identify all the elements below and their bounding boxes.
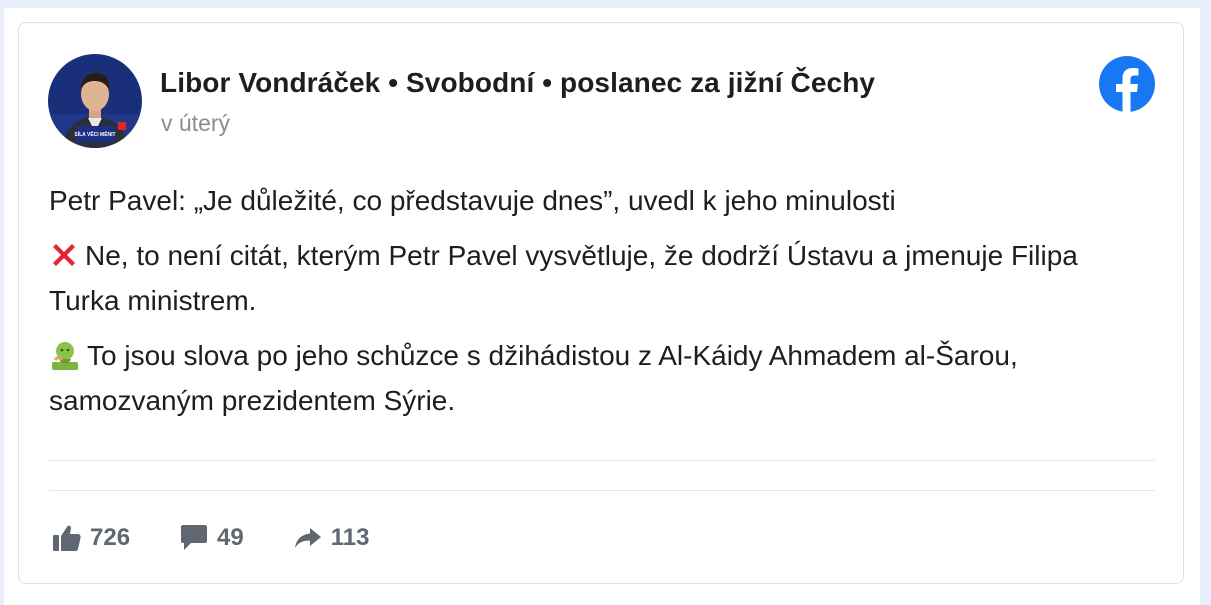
post-paragraph-3: To jsou slova po jeho schůzce s džihádis… bbox=[49, 336, 1149, 421]
share-stat[interactable]: 113 bbox=[293, 524, 370, 552]
comment-count: 49 bbox=[217, 524, 244, 551]
post-stats: 726 49 113 bbox=[52, 521, 418, 555]
post-card: SÍLA VĚCI MĚNIT Libor Vondráček • Svobod… bbox=[18, 22, 1184, 584]
post-paragraph-text: Ne, to není citát, kterým Petr Pavel vys… bbox=[49, 240, 1078, 316]
post-body: Petr Pavel: „Je důležité, co představuje… bbox=[49, 181, 1149, 436]
post-paragraph-2: Ne, to není citát, kterým Petr Pavel vys… bbox=[49, 236, 1149, 321]
thumbs-up-icon bbox=[52, 524, 90, 552]
nauseated-face-icon bbox=[49, 340, 81, 381]
avatar-badge-text: SÍLA VĚCI MĚNIT bbox=[74, 130, 115, 138]
avatar[interactable]: SÍLA VĚCI MĚNIT bbox=[48, 54, 142, 148]
like-count: 726 bbox=[90, 524, 131, 551]
like-stat[interactable]: 726 bbox=[52, 524, 130, 552]
author-name[interactable]: Libor Vondráček • Svobodní • poslanec za… bbox=[160, 67, 875, 99]
post-paragraph-text: To jsou slova po jeho schůzce s džihádis… bbox=[49, 340, 1018, 416]
facebook-logo-icon bbox=[1099, 56, 1155, 112]
share-count: 113 bbox=[330, 524, 370, 551]
cross-mark-icon bbox=[49, 240, 79, 281]
share-arrow-icon bbox=[293, 524, 331, 552]
post-paragraph-text: Petr Pavel: „Je důležité, co představuje… bbox=[49, 185, 896, 216]
comment-icon bbox=[179, 524, 217, 552]
divider bbox=[49, 460, 1155, 461]
divider bbox=[49, 490, 1155, 491]
post-timestamp[interactable]: v úterý bbox=[161, 110, 230, 137]
post-paragraph-1: Petr Pavel: „Je důležité, co představuje… bbox=[49, 181, 1149, 221]
comment-stat[interactable]: 49 bbox=[179, 524, 244, 552]
